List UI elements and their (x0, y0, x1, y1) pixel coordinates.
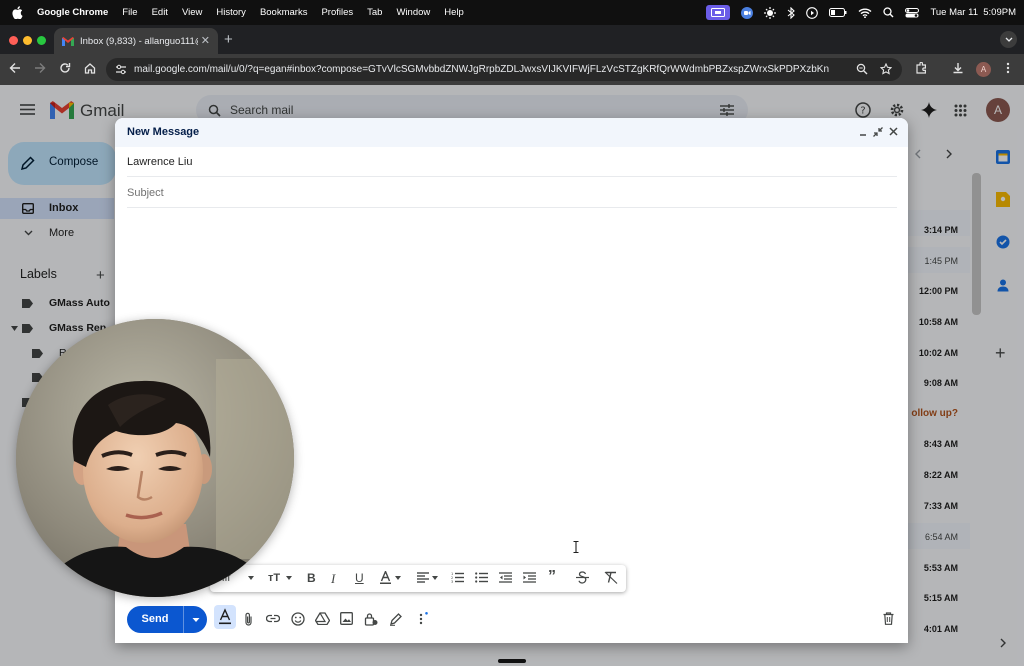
svg-text:3: 3 (451, 580, 453, 583)
status-icons: Tue Mar 11 5:09PM (706, 0, 1016, 25)
home-indicator (498, 659, 526, 663)
emoji-icon[interactable] (291, 612, 305, 626)
align-icon[interactable] (417, 572, 429, 583)
text-cursor-icon (573, 541, 579, 553)
reload-icon[interactable] (59, 62, 71, 74)
download-icon[interactable] (952, 62, 964, 74)
insert-photo-icon[interactable] (340, 612, 353, 625)
menu-edit[interactable]: Edit (152, 7, 168, 18)
more-options-icon[interactable] (418, 612, 428, 626)
indent-less-icon[interactable] (499, 572, 512, 583)
bold-icon[interactable]: B (307, 571, 316, 585)
spotlight-search-icon[interactable] (883, 7, 894, 18)
forward-arrow-icon[interactable] (34, 62, 46, 74)
compose-title: New Message (127, 126, 200, 138)
gmail-favicon-icon (62, 36, 74, 46)
zoom-page-icon[interactable] (852, 63, 868, 75)
insert-link-icon[interactable] (266, 614, 280, 623)
browser-tab-strip: Inbox (9,833) - allanguo111@ ✕ (0, 25, 1024, 54)
bulleted-list-icon[interactable] (475, 572, 488, 583)
formatting-options-icon[interactable] (214, 605, 236, 629)
tab-search-button[interactable] (1000, 31, 1017, 48)
site-settings-icon[interactable] (115, 64, 127, 75)
control-center-icon[interactable] (905, 7, 920, 18)
wifi-icon[interactable] (858, 8, 872, 18)
brightness-icon[interactable] (764, 6, 777, 19)
menu-history[interactable]: History (216, 7, 246, 18)
italic-icon[interactable]: I (331, 571, 335, 587)
profile-avatar[interactable]: A (976, 62, 991, 77)
font-size-dropdown-icon[interactable] (286, 576, 292, 580)
menu-app-name[interactable]: Google Chrome (37, 7, 108, 18)
minimize-icon[interactable] (859, 128, 867, 136)
menu-file[interactable]: File (122, 7, 137, 18)
numbered-list-icon[interactable]: 123 (451, 572, 464, 583)
recipients-field[interactable]: Lawrence Liu (127, 147, 897, 177)
compose-header[interactable]: New Message (115, 118, 908, 147)
play-icon[interactable] (806, 6, 819, 19)
tab-title: Inbox (9,833) - allanguo111@ (80, 35, 198, 47)
extensions-icon[interactable] (915, 62, 927, 74)
new-tab-button[interactable]: + (224, 31, 233, 48)
tab-close-icon[interactable]: ✕ (201, 34, 210, 47)
home-icon[interactable] (84, 62, 96, 74)
attach-file-icon[interactable] (244, 612, 253, 626)
address-bar[interactable]: mail.google.com/mail/u/0/?q=egan#inbox?c… (106, 58, 902, 81)
menu-window[interactable]: Window (396, 7, 430, 18)
font-dropdown-icon[interactable] (248, 576, 254, 580)
remove-formatting-icon[interactable] (604, 571, 618, 584)
send-button[interactable]: Send (127, 606, 207, 633)
discard-draft-icon[interactable] (883, 612, 894, 625)
browser-toolbar: mail.google.com/mail/u/0/?q=egan#inbox?c… (0, 54, 1024, 85)
confidential-mode-icon[interactable] (364, 612, 378, 626)
exit-fullscreen-icon[interactable] (873, 127, 883, 137)
minimize-window-button[interactable] (23, 36, 32, 45)
menu-profiles[interactable]: Profiles (321, 7, 353, 18)
send-options-button[interactable] (183, 606, 207, 633)
google-drive-icon[interactable] (315, 612, 330, 625)
menu-tab[interactable]: Tab (367, 7, 382, 18)
chrome-menu-icon[interactable] (1006, 62, 1010, 74)
bookmark-star-icon[interactable] (874, 63, 892, 75)
url-text: mail.google.com/mail/u/0/?q=egan#inbox?c… (134, 64, 830, 75)
text-color-icon[interactable] (380, 571, 391, 584)
send-label: Send (141, 613, 169, 625)
menu-help[interactable]: Help (444, 7, 464, 18)
strikethrough-icon[interactable] (576, 571, 589, 584)
clock[interactable]: Tue Mar 11 5:09PM (930, 7, 1016, 18)
formatting-toolbar: iff тT B I U 123 ” (210, 565, 626, 592)
menu-bookmarks[interactable]: Bookmarks (260, 7, 308, 18)
back-arrow-icon[interactable] (9, 62, 21, 74)
menu-view[interactable]: View (182, 7, 202, 18)
close-window-button[interactable] (9, 36, 18, 45)
quote-icon[interactable]: ” (548, 568, 556, 586)
text-color-dropdown-icon[interactable] (395, 576, 401, 580)
screen-share-icon[interactable] (706, 5, 731, 20)
indent-more-icon[interactable] (523, 572, 536, 583)
subject-input[interactable] (127, 186, 897, 199)
zoom-icon[interactable] (741, 6, 754, 19)
macos-menu-bar: Google Chrome File Edit View History Boo… (0, 0, 1024, 25)
webcam-video-bubble[interactable] (16, 319, 294, 597)
underline-icon[interactable]: U (355, 571, 364, 585)
signature-pen-icon[interactable] (389, 612, 403, 626)
align-dropdown-icon[interactable] (432, 576, 438, 580)
bluetooth-icon[interactable] (787, 6, 796, 19)
apple-icon[interactable] (12, 6, 23, 19)
recipient-chip[interactable]: Lawrence Liu (127, 156, 192, 168)
subject-field[interactable] (127, 178, 897, 208)
close-icon[interactable] (889, 127, 898, 136)
font-size-icon[interactable]: тT (268, 572, 280, 584)
maximize-window-button[interactable] (37, 36, 46, 45)
battery-icon[interactable] (829, 8, 847, 17)
browser-tab-inbox[interactable]: Inbox (9,833) - allanguo111@ ✕ (54, 28, 218, 54)
